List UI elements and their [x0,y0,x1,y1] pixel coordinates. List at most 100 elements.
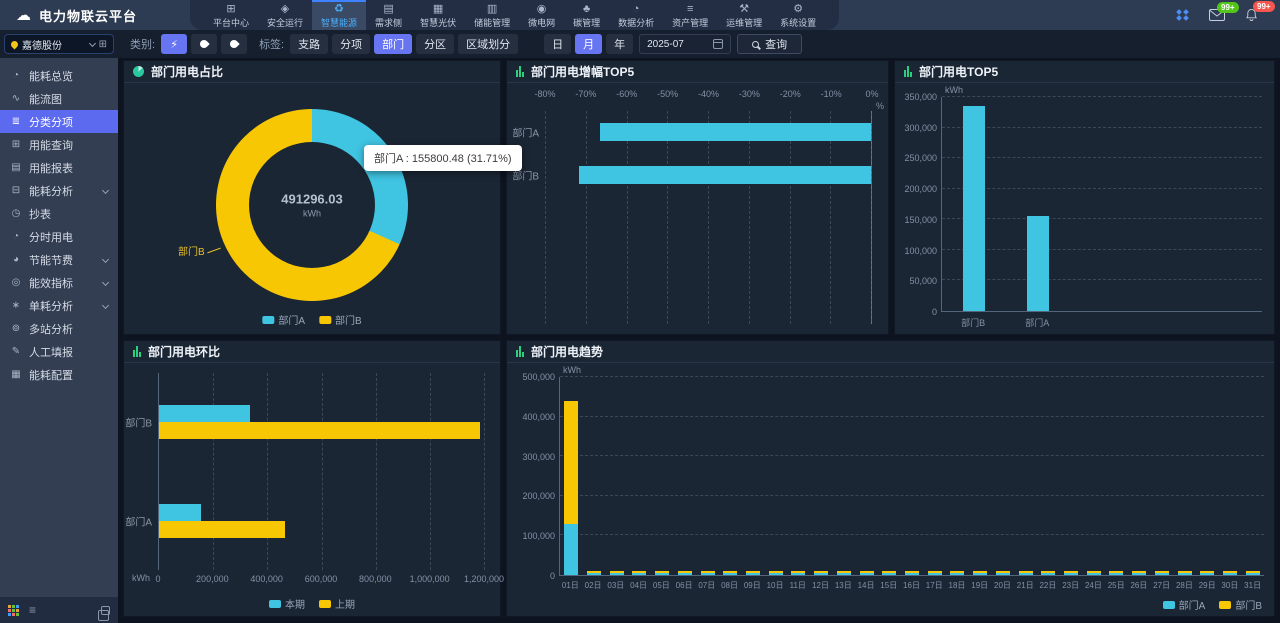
org-selector[interactable]: 嘉德股份 ⊞ [4,34,114,54]
bar-03日-部门A[interactable] [609,573,624,575]
nav-item-storage-mgmt[interactable]: ▥ 储能管理 [465,0,519,30]
nav-item-smart-energy[interactable]: ♻ 智慧能源 [312,0,367,30]
category-button-water[interactable] [191,34,218,54]
bar-07日-部门B[interactable] [700,571,715,574]
bar-23日-部门A[interactable] [1063,573,1078,575]
sidebar-item-energy-overview[interactable]: ◔ 能耗总览 [0,64,118,87]
legend-item[interactable]: 本期 [269,596,305,611]
bar-30日-部门B[interactable] [1222,571,1237,574]
legend-item[interactable]: 部门B [319,312,362,327]
bar-04日-部门A[interactable] [632,573,647,575]
bar-27日-部门A[interactable] [1154,573,1169,575]
bar-17日-部门A[interactable] [927,573,942,575]
bar-22日-部门B[interactable] [1041,571,1056,574]
bar-08日-部门A[interactable] [723,573,738,575]
bar-05日-部门A[interactable] [655,573,670,575]
bar-18日-部门A[interactable] [950,573,965,575]
bar-30日-部门A[interactable] [1222,573,1237,575]
bar-部门A[interactable] [600,123,871,142]
legend-item[interactable]: 部门A [262,312,305,327]
nav-item-ops-mgmt[interactable]: ⚒ 运维管理 [717,0,771,30]
tag-button[interactable]: 部门 [374,34,413,54]
sidebar-item-energy-query[interactable]: ⊞ 用能查询 [0,133,118,156]
nav-item-demand-side[interactable]: ▤ 需求侧 [366,0,411,30]
sidebar-item-category-breakdown[interactable]: ≣ 分类分项 [0,110,118,133]
tag-button[interactable]: 区域划分 [458,34,519,54]
notification-button[interactable]: 99+ [1245,1,1275,22]
bar-28日-部门A[interactable] [1177,573,1192,575]
bar-26日-部门B[interactable] [1132,571,1147,574]
bar-15日-部门B[interactable] [882,571,897,574]
bar-11日-部门A[interactable] [791,573,806,575]
bar-19日-部门B[interactable] [973,571,988,574]
bar-03日-部门B[interactable] [609,571,624,574]
bar-05日-部门B[interactable] [655,571,670,574]
bar-21日-部门B[interactable] [1018,571,1033,574]
search-button[interactable]: 查询 [737,34,803,54]
bar-部门B[interactable] [963,105,985,311]
bar-09日-部门A[interactable] [746,573,761,575]
bar-01日-部门B[interactable] [564,400,579,524]
bar-12日-部门B[interactable] [814,571,829,574]
bar-24日-部门B[interactable] [1086,571,1101,574]
bar-31日-部门B[interactable] [1245,571,1260,574]
bar-10日-部门B[interactable] [768,571,783,574]
legend-item[interactable]: 部门B [1219,597,1262,612]
bar-31日-部门A[interactable] [1245,573,1260,575]
bar-07日-部门A[interactable] [700,573,715,575]
bar-17日-部门B[interactable] [927,571,942,574]
period-button[interactable]: 月 [575,34,603,54]
bar-部门A[interactable] [1027,215,1049,311]
bar-21日-部门A[interactable] [1018,573,1033,575]
bar-08日-部门B[interactable] [723,571,738,574]
period-button[interactable]: 年 [606,34,634,54]
collapse-sidebar-icon[interactable] [98,605,110,621]
bar-13日-部门B[interactable] [836,571,851,574]
nav-item-system-settings[interactable]: ⚙ 系统设置 [771,0,825,30]
nav-item-microgrid[interactable]: ◉ 微电网 [519,0,564,30]
legend-item[interactable]: 部门A [1162,597,1205,612]
sidebar-item-energy-analysis[interactable]: ⊟ 能耗分析 [0,179,118,202]
bar-29日-部门A[interactable] [1200,573,1215,575]
category-button-electric[interactable]: ⚡ [161,34,188,54]
bar-14日-部门A[interactable] [859,573,874,575]
bar-04日-部门B[interactable] [632,571,647,574]
bar-24日-部门A[interactable] [1086,573,1101,575]
legend-item[interactable]: 上期 [319,596,355,611]
sidebar-item-efficiency-index[interactable]: ◎ 能效指标 [0,271,118,294]
bar-02日-部门A[interactable] [587,573,602,575]
bar-26日-部门A[interactable] [1132,573,1147,575]
date-picker[interactable]: 2025-07 [639,34,732,54]
bar-部门B[interactable] [578,165,871,184]
apps-grid-icon[interactable] [1176,9,1189,21]
bar-14日-部门B[interactable] [859,571,874,574]
sidebar-item-energy-report[interactable]: ▤ 用能报表 [0,156,118,179]
nav-item-platform-center[interactable]: ⊞ 平台中心 [204,0,258,30]
bar-06日-部门B[interactable] [677,571,692,574]
bar-01日-部门A[interactable] [564,523,579,575]
bar-25日-部门B[interactable] [1109,571,1124,574]
category-button-fire[interactable] [221,34,248,54]
bar-16日-部门B[interactable] [905,571,919,574]
bar-27日-部门B[interactable] [1154,571,1169,574]
sidebar-item-meter-reading[interactable]: ◷ 抄表 [0,202,118,225]
nav-item-carbon-mgmt[interactable]: ♣ 碳管理 [564,0,609,30]
bar-23日-部门B[interactable] [1063,571,1078,574]
bar-06日-部门A[interactable] [677,573,692,575]
bar-16日-部门A[interactable] [905,573,919,575]
bar-10日-部门A[interactable] [768,573,783,575]
tag-button[interactable]: 支路 [290,34,329,54]
sidebar-item-unit-consumption[interactable]: ∗ 单耗分析 [0,294,118,317]
bar-22日-部门A[interactable] [1041,573,1056,575]
sidebar-item-energy-config[interactable]: ▦ 能耗配置 [0,363,118,386]
bar-28日-部门B[interactable] [1177,571,1192,574]
bar-09日-部门B[interactable] [746,571,761,574]
bar-15日-部门A[interactable] [882,573,897,575]
bar-19日-部门A[interactable] [973,573,988,575]
color-grid-icon[interactable] [8,604,19,616]
org-tree-icon[interactable]: ⊞ [99,39,107,50]
bar-13日-部门A[interactable] [836,573,851,575]
bar-12日-部门A[interactable] [814,573,829,575]
bar-29日-部门B[interactable] [1200,571,1215,574]
bar-部门B-上期[interactable] [159,422,480,440]
